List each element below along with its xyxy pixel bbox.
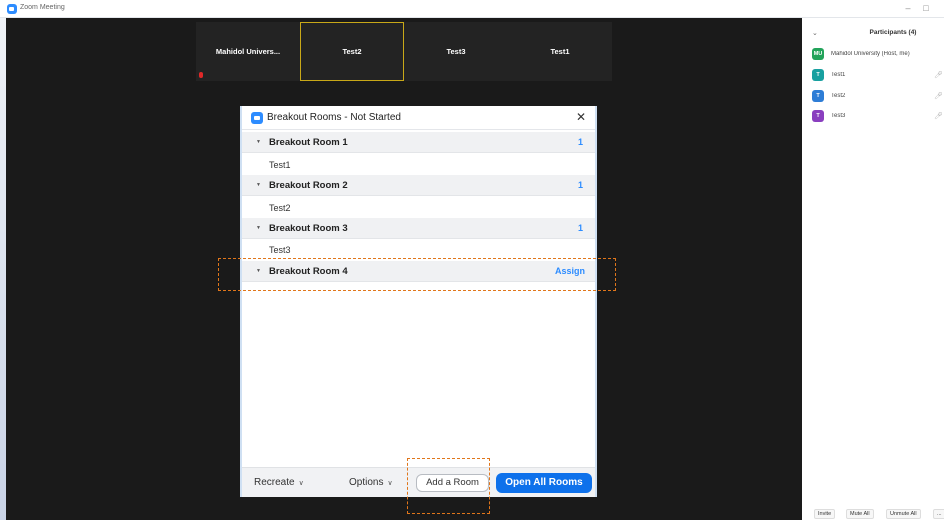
options-dropdown[interactable]: Options ∨ bbox=[349, 477, 393, 488]
breakout-rooms-dialog: Breakout Rooms - Not Started ✕ ▼ Breakou… bbox=[240, 106, 597, 497]
room-name: Breakout Room 1 bbox=[269, 137, 348, 148]
avatar: T bbox=[812, 68, 824, 81]
room-name: Breakout Room 3 bbox=[269, 223, 348, 234]
window-title: Zoom Meeting bbox=[20, 4, 65, 11]
unmute-all-button[interactable]: Unmute All bbox=[886, 509, 921, 519]
participant-row[interactable]: T Test3 🎤︎ bbox=[812, 109, 943, 122]
avatar: T bbox=[812, 109, 824, 122]
participant-name: Test2 bbox=[831, 92, 846, 99]
room-member[interactable]: Test3 bbox=[269, 245, 291, 255]
tile-name: Mahidol Univers... bbox=[215, 47, 281, 56]
tile-name: Test2 bbox=[342, 47, 362, 56]
minimize-icon[interactable]: – bbox=[901, 2, 915, 14]
recreate-label: Recreate bbox=[254, 477, 295, 488]
room-count: 1 bbox=[577, 180, 583, 190]
video-tile[interactable]: Test1 bbox=[508, 22, 612, 81]
participant-name: Test3 bbox=[831, 112, 846, 119]
highlight-add-room bbox=[407, 458, 490, 514]
room-member[interactable]: Test2 bbox=[269, 203, 291, 213]
room-count: 1 bbox=[577, 137, 583, 147]
room-row[interactable]: ▼ Breakout Room 3 1 bbox=[242, 218, 595, 239]
avatar: MU bbox=[812, 47, 824, 60]
tile-name: Test1 bbox=[550, 47, 570, 56]
invite-button[interactable]: Invite bbox=[814, 509, 836, 519]
participants-panel: ⌄ Participants (4) MU Mahidol University… bbox=[802, 18, 944, 520]
participant-row[interactable]: T Test2 🎤︎ bbox=[812, 89, 943, 102]
dialog-header: Breakout Rooms - Not Started ✕ bbox=[242, 106, 595, 130]
participant-row[interactable]: MU Mahidol University (Host, me) bbox=[812, 47, 940, 60]
zoom-app-icon bbox=[251, 112, 263, 124]
microphone-icon[interactable]: 🎤︎ bbox=[934, 71, 943, 79]
highlight-room4 bbox=[218, 258, 616, 291]
caret-down-icon[interactable]: ▼ bbox=[256, 182, 261, 188]
video-tile[interactable]: Test3 bbox=[404, 22, 508, 81]
mute-all-button[interactable]: Mute All bbox=[846, 509, 874, 519]
tile-name: Test3 bbox=[446, 47, 466, 56]
open-all-rooms-button[interactable]: Open All Rooms bbox=[496, 473, 592, 493]
maximize-icon[interactable]: □ bbox=[919, 2, 933, 14]
dialog-title: Breakout Rooms - Not Started bbox=[267, 112, 401, 123]
window-titlebar: Zoom Meeting – □ bbox=[0, 0, 944, 18]
chevron-down-icon: ∨ bbox=[387, 480, 393, 487]
room-row[interactable]: ▼ Breakout Room 1 1 bbox=[242, 132, 595, 153]
microphone-icon[interactable]: 🎤︎ bbox=[934, 92, 943, 100]
caret-down-icon[interactable]: ▼ bbox=[256, 139, 261, 145]
room-name: Breakout Room 2 bbox=[269, 180, 348, 191]
participant-name: Test1 bbox=[831, 71, 846, 78]
avatar: T bbox=[812, 89, 824, 102]
more-button[interactable]: ... bbox=[933, 509, 944, 519]
participants-footer: Invite Mute All Unmute All ... bbox=[802, 507, 944, 520]
zoom-app-icon bbox=[7, 4, 17, 14]
collapse-chevron-icon[interactable]: ⌄ bbox=[812, 29, 818, 37]
video-tile-active[interactable]: Test2 bbox=[300, 22, 404, 81]
microphone-icon[interactable]: 🎤︎ bbox=[934, 112, 943, 120]
participant-name: Mahidol University (Host, me) bbox=[831, 50, 910, 57]
recreate-dropdown[interactable]: Recreate ∨ bbox=[254, 477, 304, 488]
caret-down-icon[interactable]: ▼ bbox=[256, 225, 261, 231]
room-row[interactable]: ▼ Breakout Room 2 1 bbox=[242, 175, 595, 196]
mic-muted-icon bbox=[199, 72, 203, 78]
video-tile[interactable]: Mahidol Univers... bbox=[196, 22, 300, 81]
room-member[interactable]: Test1 bbox=[269, 160, 291, 170]
participant-row[interactable]: T Test1 🎤︎ bbox=[812, 68, 943, 81]
options-label: Options bbox=[349, 477, 384, 488]
chevron-down-icon: ∨ bbox=[298, 480, 304, 487]
close-icon[interactable]: ✕ bbox=[575, 110, 587, 124]
room-count: 1 bbox=[577, 223, 583, 233]
participants-title: Participants (4) bbox=[869, 29, 917, 36]
